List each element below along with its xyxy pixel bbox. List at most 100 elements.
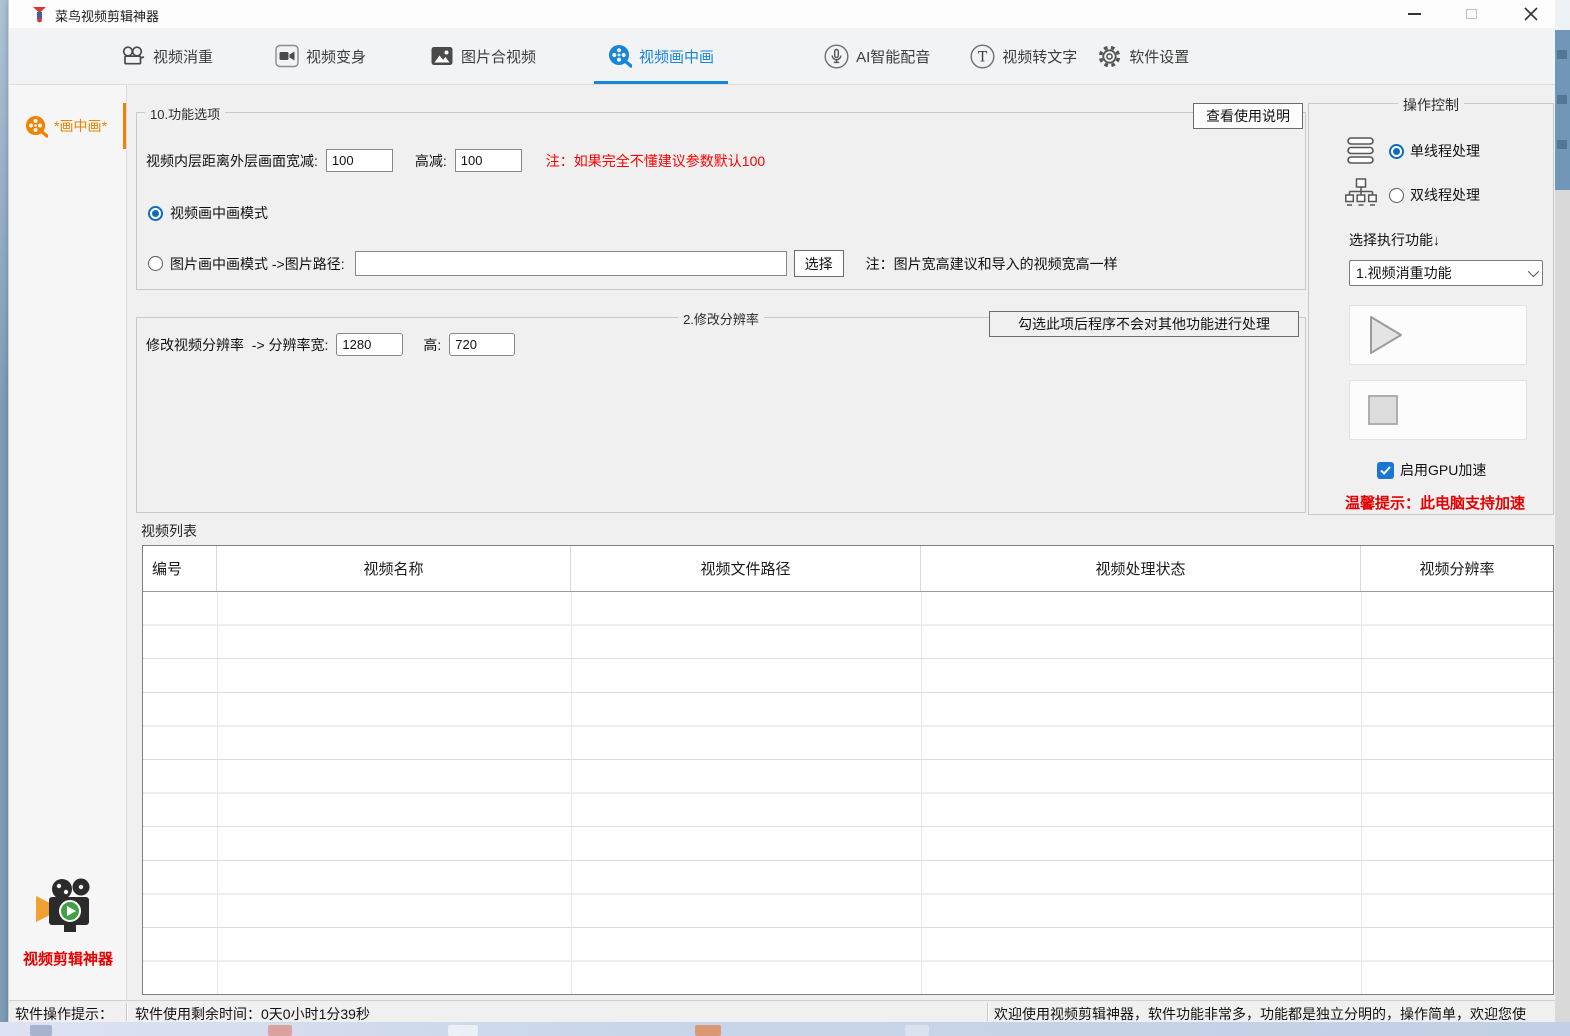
view-instructions-button[interactable]: 查看使用说明 <box>1193 103 1303 129</box>
function-select-dropdown[interactable]: 1.视频消重功能 <box>1349 260 1543 286</box>
resolution-only-checkbox-note[interactable]: 勾选此项后程序不会对其他功能进行处理 <box>989 311 1299 337</box>
column-divider <box>1361 592 1362 994</box>
tab-settings[interactable]: 软件设置 <box>1097 28 1189 84</box>
sidebar-item-label: *画中画* <box>54 116 107 136</box>
remaining-time-text: 软件使用剩余时间：0天0小时1分39秒 <box>135 1004 370 1024</box>
gpu-acceleration-label: 启用GPU加速 <box>1400 460 1486 480</box>
single-thread-radio[interactable] <box>1389 144 1404 159</box>
operation-control-groupbox: 操作控制 单线程处理 <box>1308 103 1554 515</box>
column-header-name[interactable]: 视频名称 <box>217 546 571 591</box>
select-function-label-row: 选择执行功能↓ <box>1349 230 1440 250</box>
microphone-icon <box>824 44 849 69</box>
tab-label: 软件设置 <box>1129 46 1189 67</box>
app-window: 菜鸟视频剪辑神器 视频消重 <box>8 0 1555 1022</box>
tab-video-to-text[interactable]: T 视频转文字 <box>970 28 1077 84</box>
column-header-resolution[interactable]: 视频分辨率 <box>1361 546 1553 591</box>
minimize-button[interactable] <box>1392 0 1436 28</box>
tab-video-pip[interactable]: 视频画中画 <box>608 28 714 84</box>
status-hint-label: 软件操作提示： <box>15 1004 113 1024</box>
status-separator <box>126 1003 127 1021</box>
tab-ai-dubbing[interactable]: AI智能配音 <box>824 28 930 84</box>
movie-camera-icon <box>121 44 146 68</box>
resolution-width-input[interactable] <box>336 333 403 356</box>
image-pip-mode-radio[interactable] <box>148 256 163 271</box>
resolution-row: 修改视频分辨率 -> 分辨率宽: 高: <box>146 333 515 356</box>
choose-image-button[interactable]: 选择 <box>794 250 844 277</box>
column-header-status[interactable]: 视频处理状态 <box>921 546 1361 591</box>
chevron-down-icon <box>1528 266 1539 277</box>
tab-label: 视频画中画 <box>639 46 714 67</box>
width-reduce-input[interactable] <box>326 149 393 172</box>
status-separator <box>987 1003 988 1021</box>
column-divider <box>921 592 922 994</box>
stop-icon <box>1368 395 1398 425</box>
sidebar-active-indicator <box>123 103 126 149</box>
image-pip-mode-row[interactable]: 图片画中画模式 ->图片路径: 选择 注：图片宽高建议和导入的视频宽高一样 <box>148 250 1118 277</box>
app-logo-icon <box>31 5 48 23</box>
single-thread-icon <box>1347 136 1375 166</box>
resolution-height-input[interactable] <box>449 333 515 356</box>
background-window-right-edge <box>1555 0 1570 1036</box>
text-t-icon: T <box>970 44 995 69</box>
video-list-table[interactable]: 编号 视频名称 视频文件路径 视频处理状态 视频分辨率 <box>142 545 1554 995</box>
column-divider <box>571 592 572 994</box>
maximize-button[interactable] <box>1449 0 1493 28</box>
single-thread-row[interactable]: 单线程处理 <box>1347 136 1480 166</box>
column-header-path[interactable]: 视频文件路径 <box>571 546 921 591</box>
desktop: 菜鸟视频剪辑神器 视频消重 <box>0 0 1570 1036</box>
dual-thread-label: 双线程处理 <box>1410 185 1480 205</box>
image-path-input[interactable] <box>355 251 787 276</box>
tab-label: 视频变身 <box>306 46 366 67</box>
status-bar: 软件操作提示： 软件使用剩余时间：0天0小时1分39秒 欢迎使用视频剪辑神器，软… <box>9 1000 1555 1022</box>
operation-control-legend: 操作控制 <box>1398 95 1464 115</box>
video-pip-mode-label: 视频画中画模式 <box>170 203 268 223</box>
gpu-acceleration-row[interactable]: 启用GPU加速 <box>1377 460 1486 480</box>
tab-label: 视频消重 <box>153 46 213 67</box>
tab-video-dedup[interactable]: 视频消重 <box>121 28 213 84</box>
dual-thread-row[interactable]: 双线程处理 <box>1345 178 1480 212</box>
window-title: 菜鸟视频剪辑神器 <box>55 6 159 25</box>
film-reel-icon <box>608 44 632 68</box>
single-thread-label: 单线程处理 <box>1410 141 1480 161</box>
image-pip-mode-label: 图片画中画模式 ->图片路径: <box>170 254 345 274</box>
height-reduce-input[interactable] <box>455 149 522 172</box>
margin-settings-row: 视频内层距离外层画面宽减: 高减: 注：如果完全不懂建议参数默认100 <box>146 149 765 172</box>
tab-label: AI智能配音 <box>856 46 930 67</box>
stop-processing-button[interactable] <box>1349 380 1527 440</box>
sidebar: *画中画* 视频剪辑神器 <box>9 85 127 1000</box>
gpu-acceleration-checkbox[interactable] <box>1377 462 1394 479</box>
video-list-title: 视频列表 <box>141 521 197 541</box>
height-reduce-label: 高减: <box>415 151 447 171</box>
video-recorder-icon <box>275 44 299 68</box>
dual-thread-icon <box>1345 178 1377 212</box>
sidebar-logo-label: 视频剪辑神器 <box>9 948 127 969</box>
video-list-body[interactable] <box>143 592 1553 994</box>
close-icon <box>1524 7 1538 21</box>
resolution-legend: 2.修改分辨率 <box>678 309 764 328</box>
sidebar-logo: 视频剪辑神器 <box>9 877 127 969</box>
welcome-text: 欢迎使用视频剪辑神器，软件功能非常多，功能都是独立分明的，操作简单，欢迎您使 <box>994 1004 1556 1024</box>
gpu-support-note: 温馨提示：此电脑支持加速 <box>1345 492 1525 513</box>
tab-video-transform[interactable]: 视频变身 <box>275 28 366 84</box>
tab-label: 图片合视频 <box>461 46 536 67</box>
select-function-label: 选择执行功能↓ <box>1349 230 1440 250</box>
title-bar[interactable]: 菜鸟视频剪辑神器 <box>9 0 1555 28</box>
video-pip-mode-row[interactable]: 视频画中画模式 <box>148 203 268 223</box>
tab-label: 视频转文字 <box>1002 46 1077 67</box>
tab-bar: 视频消重 视频变身 图片合视频 <box>9 28 1555 85</box>
tab-image-to-video[interactable]: 图片合视频 <box>430 28 536 84</box>
resolution-label: 修改视频分辨率 -> 分辨率宽: <box>146 335 328 355</box>
video-list-header: 编号 视频名称 视频文件路径 视频处理状态 视频分辨率 <box>143 546 1553 592</box>
movie-camera-logo-icon <box>32 877 104 939</box>
film-reel-icon-orange <box>25 115 48 138</box>
play-icon <box>1368 314 1404 356</box>
close-button[interactable] <box>1509 0 1553 28</box>
video-pip-mode-radio[interactable] <box>148 206 163 221</box>
width-reduce-label: 视频内层距离外层画面宽减: <box>146 151 318 171</box>
resolution-height-label: 高: <box>423 335 441 355</box>
dual-thread-radio[interactable] <box>1389 188 1404 203</box>
column-header-number[interactable]: 编号 <box>143 546 217 591</box>
image-size-note: 注：图片宽高建议和导入的视频宽高一样 <box>866 254 1118 274</box>
sidebar-item-pip[interactable]: *画中画* <box>9 105 127 147</box>
start-processing-button[interactable] <box>1349 305 1527 365</box>
